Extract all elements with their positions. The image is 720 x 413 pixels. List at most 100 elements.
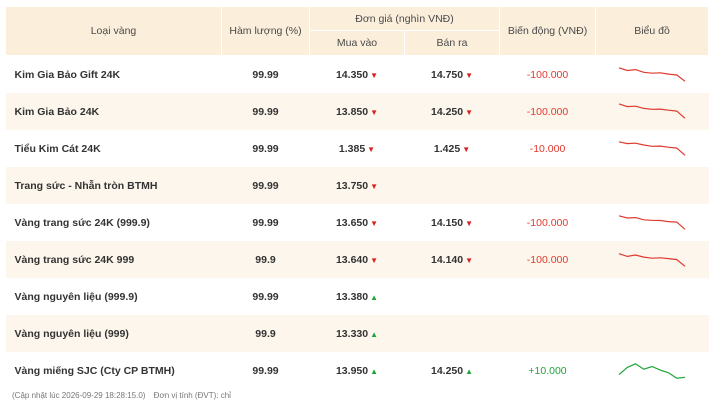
cell-chart: [595, 55, 709, 93]
cell-sell: [404, 278, 500, 315]
change-value: -100.000: [526, 216, 569, 229]
cell-buy: 14.350 ▼: [309, 55, 405, 93]
cell-buy-value: 13.950: [335, 365, 369, 377]
cell-sell: 1.425 ▼: [404, 130, 500, 167]
sparkline-chart[interactable]: [617, 138, 687, 160]
cell-sell-value: 14.150: [430, 216, 464, 229]
cell-chart: [595, 241, 709, 278]
triangle-down-icon: ▼: [367, 144, 376, 154]
sparkline-chart[interactable]: [617, 249, 687, 271]
cell-purity: 99.9: [221, 315, 310, 352]
gold-type-label: Vàng miếng SJC (Cty CP BTMH): [14, 365, 175, 377]
purity-value: 99.99: [252, 290, 279, 303]
cell-buy-value: 14.350: [335, 68, 369, 81]
triangle-up-icon: ▲: [370, 367, 379, 376]
table-row[interactable]: Vàng trang sức 24K 999 99.9 13.640 ▼ 14.140 ▼…: [5, 241, 709, 278]
cell-purity: 99.99: [221, 167, 310, 204]
cell-sell: 14.140 ▼: [404, 241, 500, 278]
change-value: -100.000: [526, 68, 569, 81]
gold-type-label: Tiểu Kim Cát 24K: [14, 142, 101, 155]
cell-sell-value: 1.425: [433, 142, 461, 155]
table-row[interactable]: Trang sức - Nhẫn tròn BTMH 99.99 13.750 ▼: [5, 167, 709, 204]
cell-gold-type: Trang sức - Nhẫn tròn BTMH: [5, 167, 222, 204]
cell-gold-type: Kim Gia Bảo Gift 24K: [5, 55, 222, 93]
table-row[interactable]: Kim Gia Bảo Gift 24K 99.99 14.350 ▼ 14.750 ▼ -…: [5, 55, 709, 93]
purity-value: 99.9: [255, 327, 276, 340]
cell-sell: 14.250 ▲: [404, 352, 500, 390]
gold-price-table-container: Loại vàng Hàm lượng (%) Đơn giá (nghìn V…: [5, 6, 710, 390]
sparkline-chart[interactable]: [617, 101, 687, 123]
cell-chart: [595, 315, 709, 352]
purity-value: 99.99: [252, 105, 279, 118]
cell-buy-value: 13.750: [335, 179, 369, 192]
unit-note: Đơn vị tính (ĐVT): chỉ: [153, 391, 231, 400]
cell-change: -100.000: [499, 55, 596, 93]
sparkline-path: [618, 140, 686, 156]
cell-gold-type: Kim Gia Bảo 24K: [5, 93, 222, 130]
cell-gold-type: Vàng nguyên liệu (999): [5, 315, 222, 352]
cell-chart: [595, 130, 709, 167]
updated-time: (Cập nhật lúc 2026-09-29 18:28:15.0): [12, 391, 146, 400]
table-row[interactable]: Vàng trang sức 24K (999.9) 99.99 13.650 ▼ 14…: [5, 204, 709, 241]
header-sell: Bán ra: [403, 30, 501, 56]
cell-buy: 13.640 ▼: [309, 241, 405, 278]
table-row[interactable]: Vàng miếng SJC (Cty CP BTMH) 99.99 13.950 ▲…: [5, 352, 709, 390]
triangle-up-icon: ▲: [465, 367, 474, 376]
purity-value: 99.9: [255, 253, 276, 266]
sparkline-chart[interactable]: [617, 360, 687, 382]
cell-gold-type: Vàng trang sức 24K (999.9): [5, 204, 222, 241]
gold-type-label: Kim Gia Bảo Gift 24K: [14, 68, 121, 81]
cell-chart: [595, 278, 709, 315]
table-body: Kim Gia Bảo Gift 24K 99.99 14.350 ▼ 14.750 ▼ -…: [5, 55, 709, 390]
sparkline-path: [618, 214, 686, 230]
cell-buy: 13.650 ▼: [309, 204, 405, 241]
table-row[interactable]: Kim Gia Bảo 24K 99.99 13.850 ▼ 14.250 ▼ -100.0…: [5, 93, 709, 130]
triangle-down-icon: ▼: [370, 70, 379, 80]
table-row[interactable]: Vàng nguyên liệu (999) 99.9 13.330 ▲: [5, 315, 709, 352]
triangle-up-icon: ▲: [370, 292, 379, 302]
cell-gold-type: Tiểu Kim Cát 24K: [5, 130, 222, 167]
cell-chart: [595, 93, 709, 130]
cell-sell: [404, 315, 500, 352]
sparkline-chart[interactable]: [617, 64, 687, 86]
triangle-down-icon: ▼: [465, 218, 474, 228]
cell-chart: [595, 352, 709, 390]
cell-change: [499, 315, 596, 352]
purity-value: 99.99: [252, 216, 279, 229]
header-purity: Hàm lượng (%): [221, 6, 310, 56]
triangle-down-icon: ▼: [370, 218, 379, 228]
cell-sell-value: 14.750: [430, 68, 464, 81]
triangle-down-icon: ▼: [462, 144, 471, 154]
cell-purity: 99.99: [221, 55, 310, 93]
cell-gold-type: Vàng trang sức 24K 999: [5, 241, 222, 278]
cell-sell: [404, 167, 500, 204]
triangle-up-icon: ▲: [370, 329, 379, 339]
sparkline-path: [618, 363, 686, 379]
header-change: Biến động (VNĐ): [499, 6, 597, 56]
cell-change: -100.000: [499, 241, 596, 278]
sparkline-chart[interactable]: [617, 212, 687, 234]
sparkline-path: [618, 252, 686, 267]
cell-purity: 99.99: [221, 130, 310, 167]
change-value: -10.000: [529, 142, 566, 155]
sparkline-path: [618, 66, 686, 82]
footer-note: (Cập nhật lúc 2026-09-29 18:28:15.0) Đơn…: [12, 391, 231, 400]
triangle-down-icon: ▼: [465, 255, 474, 265]
cell-purity: 99.99: [221, 278, 310, 315]
cell-change: -100.000: [499, 93, 596, 130]
cell-gold-type: Vàng nguyên liệu (999.9): [5, 278, 222, 315]
purity-value: 99.99: [252, 68, 279, 81]
cell-buy-value: 13.640: [335, 253, 369, 266]
cell-buy-value: 13.850: [335, 105, 369, 118]
gold-type-label: Vàng nguyên liệu (999.9): [14, 290, 138, 303]
cell-sell-value: 14.250: [430, 365, 464, 377]
table-row[interactable]: Vàng nguyên liệu (999.9) 99.99 13.380 ▲: [5, 278, 709, 315]
cell-buy: 13.850 ▼: [309, 93, 405, 130]
sparkline-path: [618, 102, 686, 119]
cell-sell-value: 14.140: [430, 253, 464, 266]
table-row[interactable]: Tiểu Kim Cát 24K 99.99 1.385 ▼ 1.425 ▼ -10.000: [5, 130, 709, 167]
gold-type-label: Vàng trang sức 24K 999: [14, 253, 135, 266]
gold-type-label: Trang sức - Nhẫn tròn BTMH: [14, 179, 158, 192]
cell-change: -100.000: [499, 204, 596, 241]
cell-buy-value: 13.330: [335, 327, 369, 340]
